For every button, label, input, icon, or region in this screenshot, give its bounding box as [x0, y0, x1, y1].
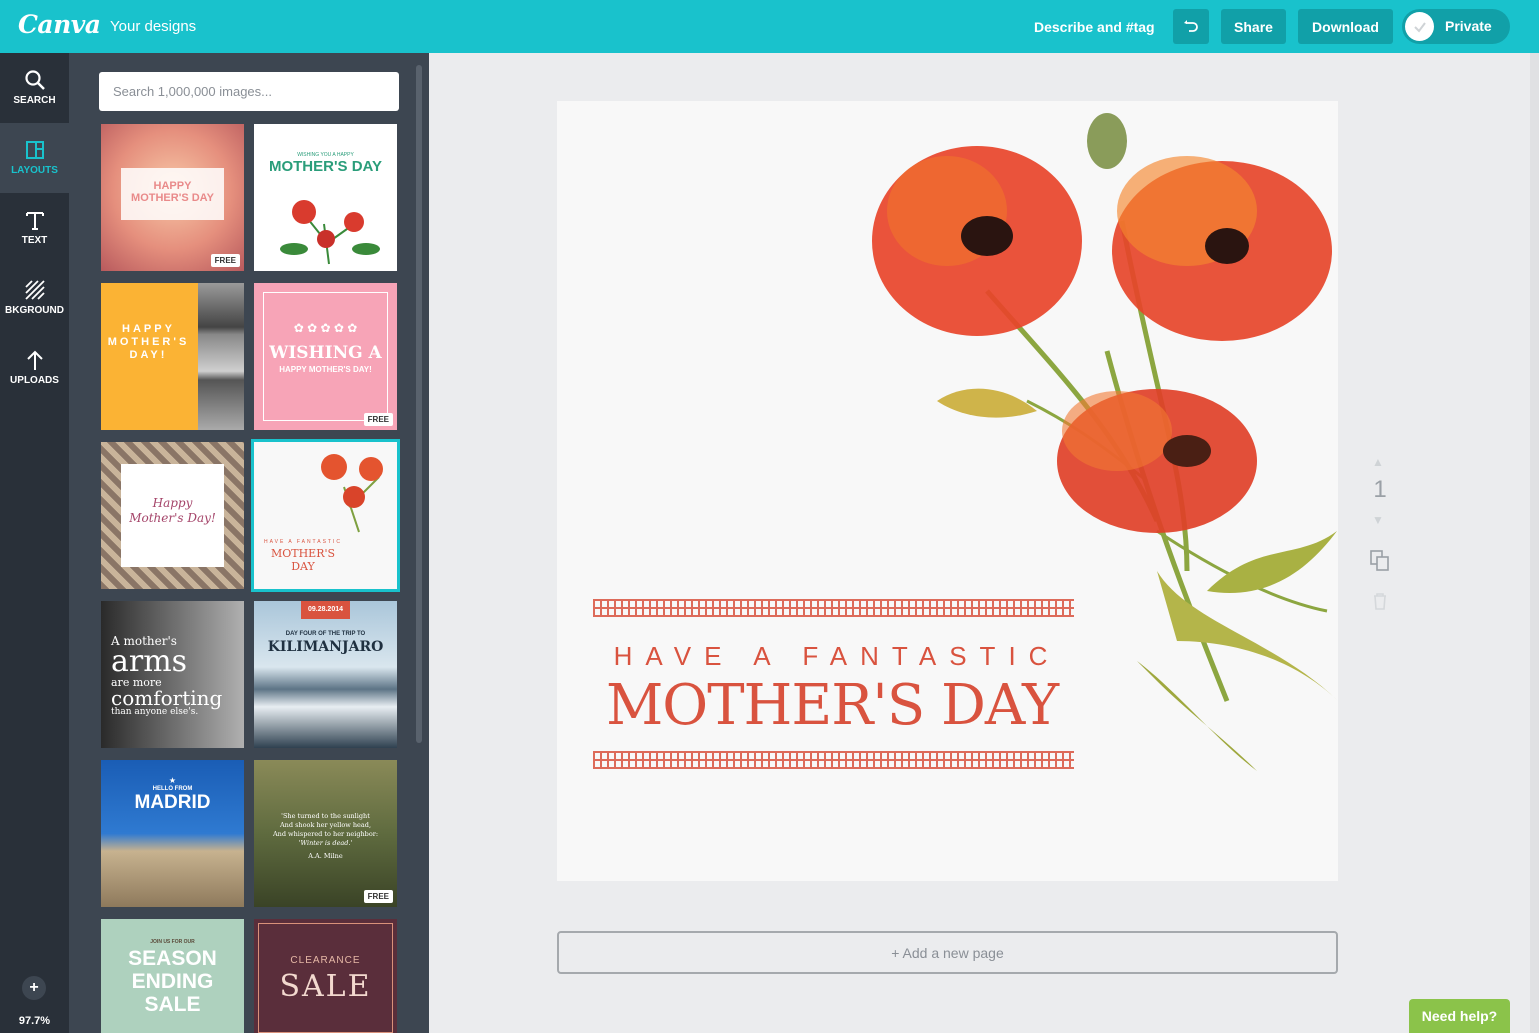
private-label: Private: [1445, 18, 1492, 34]
background-icon: [24, 280, 45, 300]
layout-text: HAPPY: [122, 323, 175, 335]
design-page[interactable]: HAVE A FANTASTIC MOTHER'S DAY: [557, 101, 1338, 881]
text-icon: [25, 212, 44, 230]
layout-thumbnail[interactable]: ✿ ✿ ✿ ✿ ✿ WISHING A HAPPY MOTHER'S DAY! …: [254, 283, 397, 430]
layout-text: DAY!: [129, 349, 168, 361]
layout-text: MOTHER'S DAY: [131, 192, 214, 204]
poppy-flower: [1057, 389, 1257, 533]
layout-text: HAPPY: [153, 180, 192, 192]
layouts-panel: HAPPY MOTHER'S DAY FREE WISHING YOU A HA…: [69, 53, 429, 1033]
layout-thumbnail[interactable]: Happy Mother's Day!: [101, 442, 244, 589]
describe-and-tag-link[interactable]: Describe and #tag: [1034, 19, 1155, 35]
layout-text: JOIN US FOR OUR: [150, 939, 195, 945]
layout-thumbnail[interactable]: WISHING YOU A HAPPY MOTHER'S DAY: [254, 124, 397, 271]
rail-item-uploads[interactable]: UPLOADS: [0, 333, 69, 403]
private-toggle[interactable]: Private: [1402, 9, 1510, 44]
layout-text: CLEARANCE: [290, 955, 361, 966]
layout-thumbnail[interactable]: HAPPY MOTHER'S DAY FREE: [101, 124, 244, 271]
rail-label-uploads: UPLOADS: [10, 375, 59, 386]
layout-text: And whispered to her neighbor:: [272, 830, 379, 838]
layout-text: arms: [111, 644, 188, 679]
layout-text: KILIMANJARO: [267, 639, 384, 655]
layout-text: WISHING A: [269, 343, 382, 363]
layout-text: MOTHER'S DAY: [270, 547, 336, 573]
star-icon: ★: [168, 776, 177, 785]
panel-scrollbar[interactable]: [416, 65, 422, 743]
poppy-flower: [872, 146, 1082, 336]
photo-strip: [198, 283, 244, 430]
rail-item-search[interactable]: SEARCH: [0, 53, 69, 123]
rail-item-layouts[interactable]: LAYOUTS: [0, 123, 69, 193]
layout-text: MOTHER'S DAY: [268, 158, 383, 175]
page-down-icon[interactable]: ▼: [1372, 513, 1384, 527]
rail-item-text[interactable]: TEXT: [0, 193, 69, 263]
free-badge: FREE: [210, 254, 240, 267]
layout-text: DAY FOUR OF THE TRIP TO: [285, 631, 366, 637]
layout-thumbnail-selected[interactable]: HAVE A FANTASTIC MOTHER'S DAY: [251, 439, 400, 592]
canvas-scrollbar[interactable]: [1530, 53, 1539, 1033]
flower-row: ✿ ✿ ✿ ✿ ✿: [293, 321, 358, 335]
rail-label-text: TEXT: [21, 235, 48, 246]
layout-text: ENDING: [131, 970, 214, 993]
rail-label-search: SEARCH: [13, 95, 56, 106]
layout-text: Mother's Day!: [129, 511, 216, 525]
copy-page-icon[interactable]: [1370, 550, 1390, 572]
search-icon: [24, 70, 45, 90]
layout-text: MOTHER'S: [107, 336, 190, 348]
free-badge: FREE: [363, 890, 393, 903]
layout-text: 'Winter is dead.': [298, 839, 353, 847]
layout-text: And shook her yellow head,: [279, 821, 372, 829]
poppy-illustration: [280, 200, 380, 265]
left-rail: SEARCH LAYOUTS TEXT BKGROUND UPLOADS + 9…: [0, 53, 69, 1033]
top-bar: Canva Your designs Describe and #tag Sha…: [0, 0, 1539, 53]
layout-thumbnail[interactable]: ★ HELLO FROM MADRID: [101, 760, 244, 907]
need-help-button[interactable]: Need help?: [1409, 999, 1510, 1033]
decorative-band-top: [593, 599, 1074, 617]
zoom-in-button[interactable]: +: [22, 976, 46, 1000]
poppy-illustration: [321, 454, 383, 533]
decorative-band-bottom: [593, 751, 1074, 769]
image-search-input[interactable]: [99, 72, 399, 111]
poppy-flower: [1112, 156, 1332, 341]
download-button[interactable]: Download: [1298, 9, 1393, 44]
layout-text: comforting: [111, 686, 223, 710]
layout-thumbnail[interactable]: JOIN US FOR OUR SEASON ENDING SALE: [101, 919, 244, 1033]
layout-text: SALE: [144, 993, 201, 1016]
canva-logo[interactable]: Canva: [18, 10, 101, 39]
layout-thumbnail[interactable]: 09.28.2014 DAY FOUR OF THE TRIP TO KILIM…: [254, 601, 397, 748]
page-number: 1: [1373, 476, 1387, 503]
rail-label-layouts: LAYOUTS: [11, 165, 58, 176]
layout-text: HAVE A FANTASTIC: [264, 539, 342, 545]
your-designs-link[interactable]: Your designs: [110, 18, 196, 35]
layout-thumbnail[interactable]: HAPPY MOTHER'S DAY!: [101, 283, 244, 430]
free-badge: FREE: [363, 413, 393, 426]
layout-text: HAPPY MOTHER'S DAY!: [279, 365, 372, 374]
rail-item-background[interactable]: BKGROUND: [0, 263, 69, 333]
layout-thumbnail[interactable]: 'She turned to the sunlight And shook he…: [254, 760, 397, 907]
layout-text: A.A. Milne: [308, 852, 343, 860]
check-icon: [1405, 12, 1434, 41]
undo-icon: [1184, 19, 1198, 32]
layout-text: Happy: [152, 496, 193, 510]
layout-thumbnail[interactable]: A mother's arms are more comforting than…: [101, 601, 244, 748]
date-tag: 09.28.2014: [301, 601, 350, 619]
headline-large[interactable]: MOTHER'S DAY: [557, 673, 1107, 738]
rail-label-background: BKGROUND: [5, 305, 64, 316]
page-up-icon[interactable]: ▲: [1372, 455, 1384, 469]
upload-icon: [26, 350, 43, 370]
layout-text: 'She turned to the sunlight: [281, 812, 370, 820]
headline-small[interactable]: HAVE A FANTASTIC: [577, 641, 1097, 672]
layout-thumbnail[interactable]: CLEARANCE SALE: [254, 919, 397, 1033]
layout-text: SEASON: [128, 947, 217, 970]
layout-text: MADRID: [134, 792, 211, 813]
layout-text: SALE: [279, 969, 372, 1004]
undo-button[interactable]: [1173, 9, 1209, 44]
layouts-icon: [25, 141, 44, 159]
delete-page-icon[interactable]: [1372, 591, 1388, 611]
add-page-button[interactable]: + Add a new page: [557, 931, 1338, 974]
share-button[interactable]: Share: [1221, 9, 1286, 44]
zoom-level: 97.7%: [18, 1015, 51, 1027]
